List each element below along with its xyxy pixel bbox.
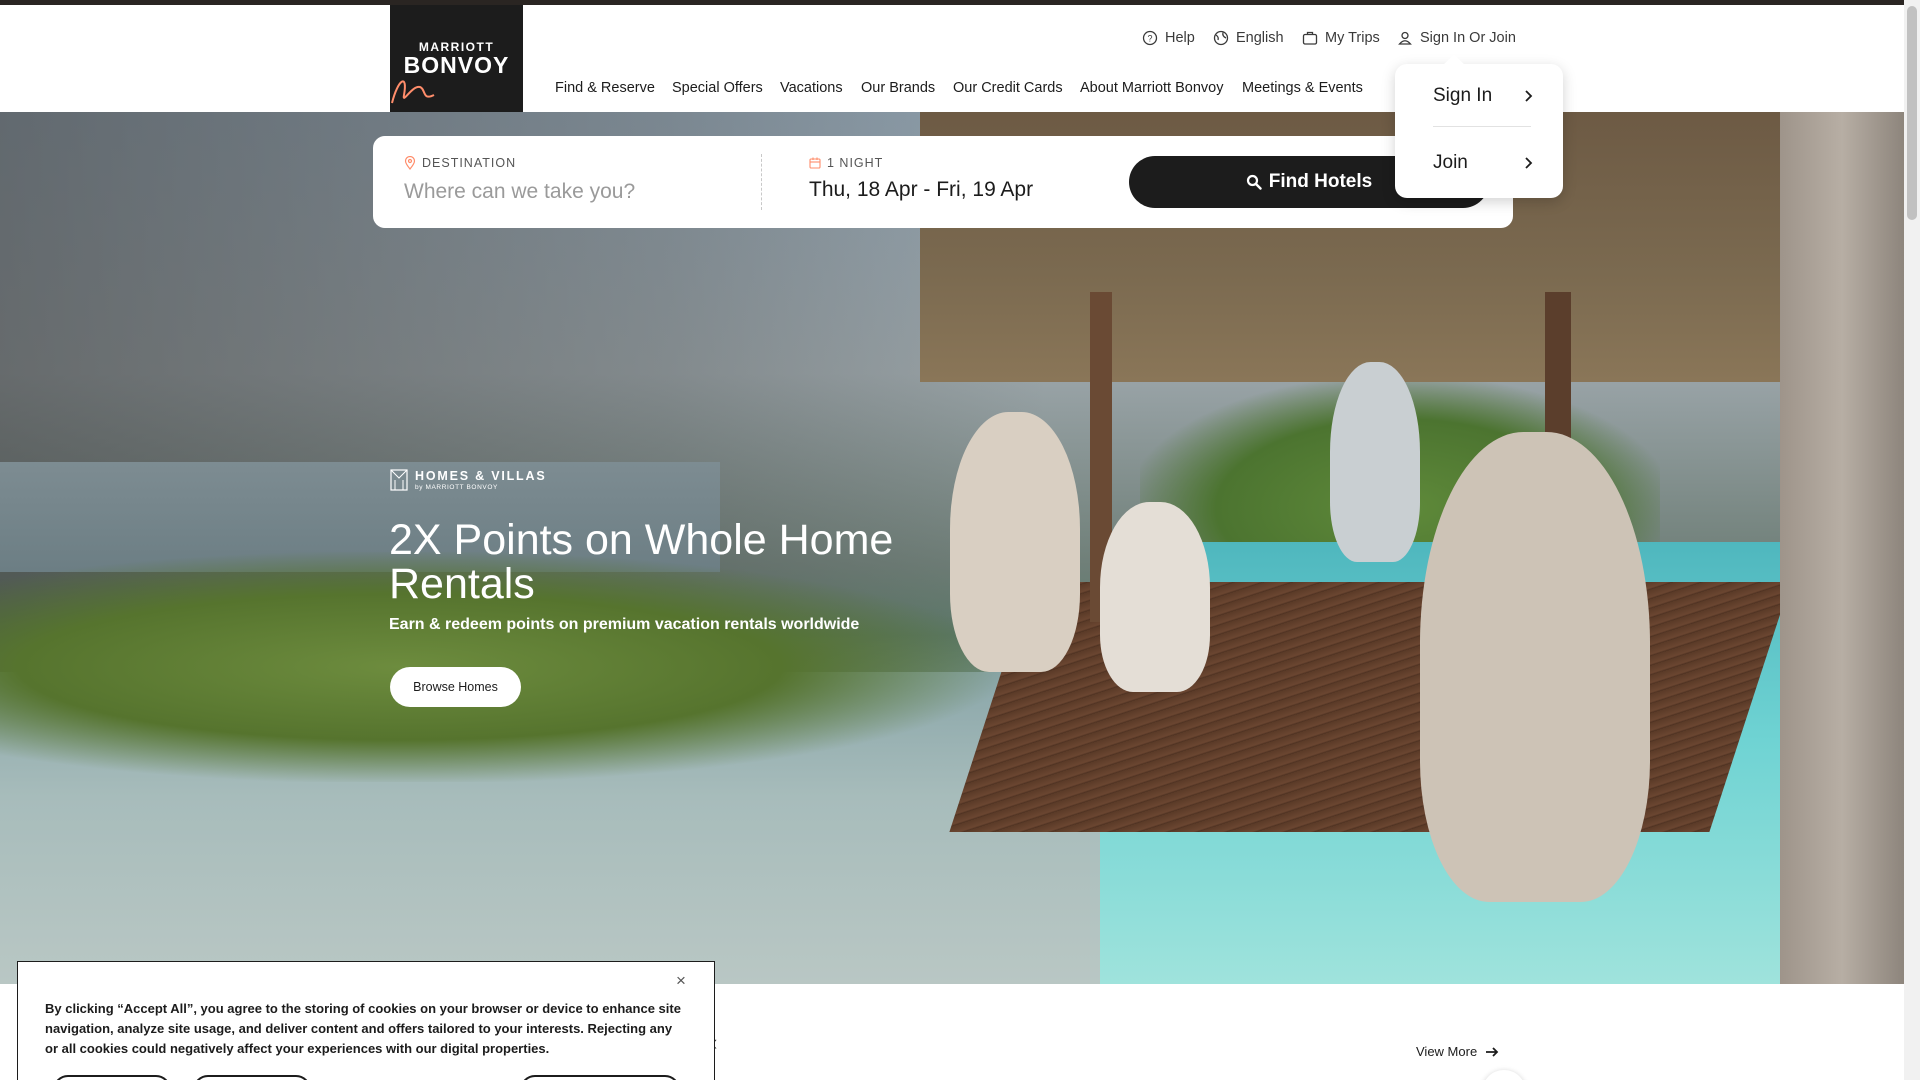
help-icon: ? (1142, 30, 1158, 46)
carousel-next-button[interactable] (1482, 1070, 1526, 1080)
hero-person-woman-sitting (1420, 432, 1650, 902)
logo-swash-icon (391, 80, 435, 104)
hero-person-child (1100, 502, 1210, 692)
homes-villas-byline: by MARRIOTT BONVOY (415, 484, 498, 491)
calendar-icon (809, 157, 821, 169)
hero-tree-trunk (1780, 112, 1904, 984)
marriott-bonvoy-logo[interactable]: MARRIOTT BONVOY (390, 5, 523, 112)
account-dropdown: Sign In Join (1395, 64, 1563, 198)
hero-subtitle: Earn & redeem points on premium vacation… (389, 616, 860, 633)
homes-villas-title: HOMES & VILLAS (415, 469, 547, 483)
hero-person-kid-jumping (1330, 362, 1420, 562)
dropdown-join-label: Join (1433, 152, 1468, 173)
destination-input[interactable] (404, 176, 734, 208)
cookie-button-3[interactable] (520, 1075, 680, 1080)
nav-vacations[interactable]: Vacations (780, 80, 843, 96)
my-trips-link[interactable]: My Trips (1302, 25, 1380, 51)
destination-label: DESTINATION (404, 156, 516, 170)
dropdown-separator (1433, 126, 1531, 127)
language-label: English (1236, 30, 1284, 46)
suitcase-icon (1302, 31, 1318, 45)
dropdown-join[interactable]: Join (1433, 148, 1533, 178)
sign-in-or-join-link[interactable]: Sign In Or Join (1397, 25, 1516, 51)
destination-label-text: DESTINATION (422, 156, 517, 170)
hero-person-woman (950, 412, 1080, 672)
nav-our-credit-cards[interactable]: Our Credit Cards (953, 80, 1063, 96)
search-icon (1246, 174, 1262, 190)
user-icon (1398, 31, 1412, 45)
cookie-close-icon[interactable]: × (676, 972, 686, 989)
scrollbar-thumb[interactable] (1907, 6, 1917, 220)
cookie-banner-text: By clicking “Accept All”, you agree to t… (45, 1001, 681, 1056)
page: MARRIOTT BONVOY ? Help English My Trips … (0, 0, 1920, 1080)
nav-meetings-events[interactable]: Meetings & Events (1242, 80, 1363, 96)
dropdown-sign-in-label: Sign In (1433, 85, 1493, 106)
site-header: MARRIOTT BONVOY ? Help English My Trips … (0, 5, 1904, 112)
svg-text:?: ? (1147, 34, 1152, 44)
help-label: Help (1165, 30, 1195, 46)
chevron-right-icon (1525, 90, 1533, 102)
nav-about-marriott-bonvoy[interactable]: About Marriott Bonvoy (1080, 80, 1223, 96)
sign-in-or-join-label: Sign In Or Join (1420, 30, 1516, 46)
location-pin-icon (404, 156, 416, 170)
language-selector[interactable]: English (1213, 25, 1284, 51)
cookie-button-1[interactable] (53, 1075, 171, 1080)
help-link[interactable]: ? Help (1142, 25, 1195, 51)
homes-villas-icon (390, 469, 408, 491)
hero-image (0, 112, 1904, 984)
my-trips-label: My Trips (1325, 30, 1380, 46)
nav-find-reserve[interactable]: Find & Reserve (555, 80, 655, 96)
cookie-button-2[interactable] (193, 1075, 311, 1080)
hotel-search-bar: DESTINATION 1 NIGHT Thu, 18 Apr - Fri, 1… (373, 136, 1513, 228)
globe-icon (1213, 30, 1229, 46)
arrow-right-icon (1486, 1046, 1499, 1057)
nav-special-offers[interactable]: Special Offers (672, 80, 763, 96)
chevron-right-icon (1525, 157, 1533, 169)
nav-our-brands[interactable]: Our Brands (861, 80, 935, 96)
dropdown-sign-in[interactable]: Sign In (1433, 81, 1533, 111)
search-divider (761, 154, 762, 210)
find-hotels-label: Find Hotels (1268, 171, 1373, 192)
view-more-link[interactable]: View More (1416, 1044, 1499, 1059)
hero-title: 2X Points on Whole Home Rentals (389, 516, 894, 608)
view-more-label: View More (1416, 1044, 1478, 1059)
nights-label: 1 NIGHT (809, 156, 883, 170)
nights-label-text: 1 NIGHT (827, 156, 884, 170)
date-range-selector[interactable]: Thu, 18 Apr - Fri, 19 Apr (809, 178, 1033, 202)
homes-villas-logo: HOMES & VILLAS by MARRIOTT BONVOY (390, 469, 546, 491)
browse-homes-button[interactable]: Browse Homes (390, 667, 521, 707)
